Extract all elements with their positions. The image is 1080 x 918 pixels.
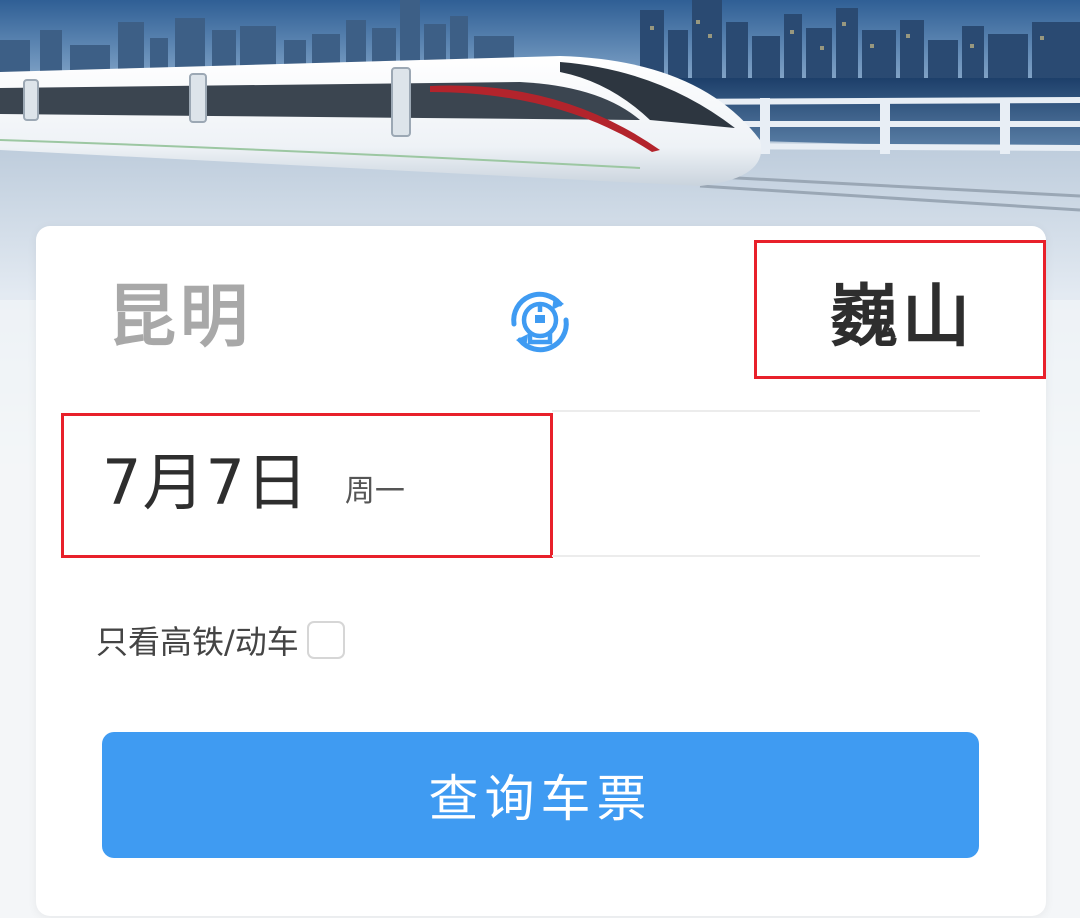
departure-station[interactable]: 昆明 [108,278,252,358]
divider [552,555,980,557]
weekday-label: 周一 [344,474,405,509]
divider [552,410,980,412]
swap-stations-button[interactable] [502,284,578,360]
search-tickets-label: 查询车票 [428,770,653,828]
high-speed-checkbox[interactable] [306,621,345,659]
high-speed-filter: 只看高铁/动车 [96,618,345,662]
departure-date[interactable]: 7月7日 周一 [102,448,405,518]
ticket-search-card: 昆明 巍山 7月7日 周一 只看高铁/动车 查询车票 [36,226,1046,916]
high-speed-filter-label: 只看高铁/动车 [96,623,299,661]
search-tickets-button[interactable]: 查询车票 [102,732,979,858]
ticket-search-screen: 昆明 巍山 7月7日 周一 只看高铁/动车 查询车票 [0,0,1080,918]
railway-logo-swap-icon [511,291,569,353]
date-value: 7月7日 [102,446,309,519]
arrival-station[interactable]: 巍山 [830,278,974,358]
